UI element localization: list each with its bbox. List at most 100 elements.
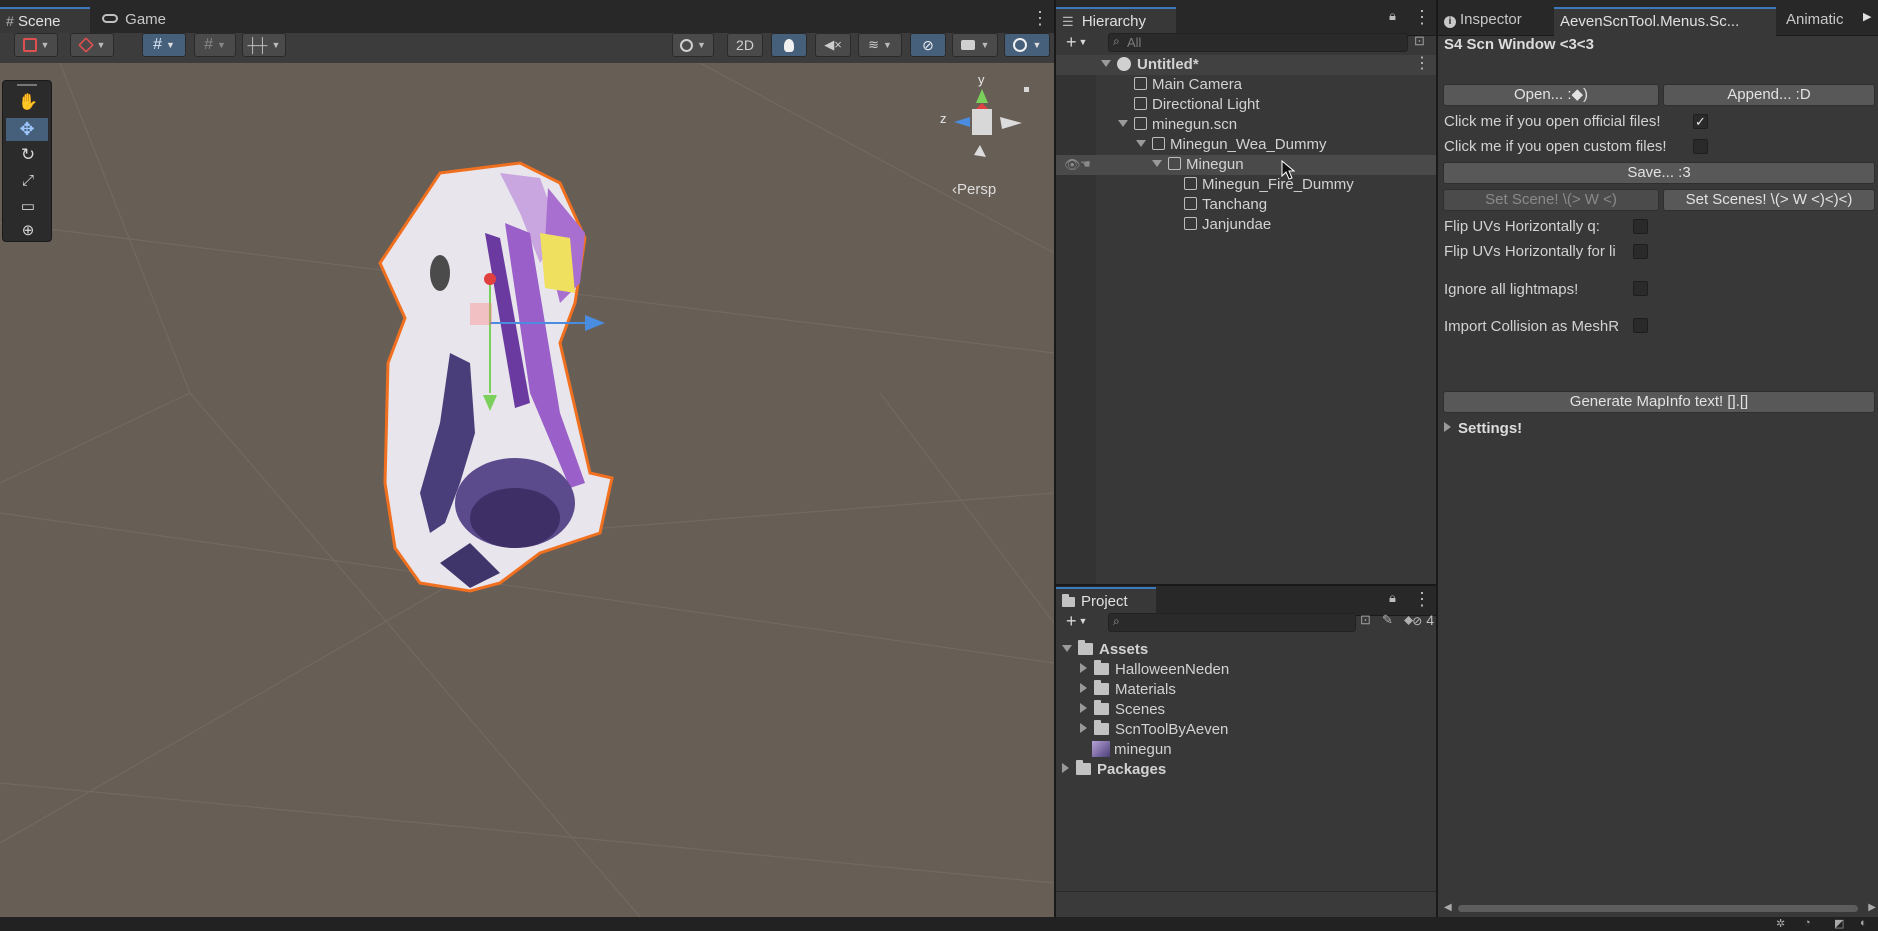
transform-tool-icon[interactable]: ⊕	[11, 220, 45, 243]
horizontal-scrollbar[interactable]: ◀ ▶	[1444, 902, 1876, 914]
expand-arrow-icon[interactable]	[1062, 645, 1072, 652]
kebab-menu-icon[interactable]: ⋮	[1031, 9, 1049, 27]
lock-icon[interactable]: 🔒︎	[1389, 590, 1396, 606]
hand-tool-icon[interactable]: ✋	[11, 92, 45, 115]
folder-icon	[1094, 680, 1109, 695]
generate-mapinfo-button[interactable]: Generate MapInfo text! [].[]	[1443, 391, 1875, 413]
save-button[interactable]: Save... :3	[1443, 162, 1875, 184]
flip-uv-checkbox[interactable]	[1633, 219, 1648, 234]
gizmo-z-label: z	[940, 111, 947, 126]
scroll-right-icon[interactable]: ▶	[1868, 902, 1876, 913]
search-filter-icon[interactable]: ⊡	[1414, 33, 1425, 49]
tab-scroll-right-icon[interactable]: ▶	[1863, 10, 1871, 23]
hierarchy-item-minegun[interactable]: Minegun	[1152, 155, 1244, 175]
scale-tool-icon[interactable]: ⤢	[11, 170, 45, 193]
project-menu-icon[interactable]: ⋮	[1413, 590, 1431, 608]
project-item-folder[interactable]: Scenes	[1080, 700, 1165, 720]
settings-foldout[interactable]: Settings!	[1444, 420, 1522, 437]
shading-dropdown[interactable]: ▼	[672, 33, 714, 57]
hierarchy-add-button[interactable]: + ▼	[1066, 33, 1098, 53]
network-icon[interactable]: ◩	[1834, 917, 1844, 930]
toggle-2d-button[interactable]: 2D	[727, 33, 763, 57]
hidden-count-badge[interactable]: ⊘ 4	[1402, 612, 1434, 628]
project-item-asset[interactable]: minegun	[1092, 740, 1172, 760]
scene-viewport[interactable]: ✋ ✥ ↻ ⤢ ▭ ⊕ y z ‹Persp	[0, 63, 1054, 917]
project-item-packages[interactable]: Packages	[1062, 760, 1166, 780]
project-add-button[interactable]: + ▼	[1066, 612, 1098, 632]
tab-scn-tool[interactable]: AevenScnTool.Menus.Sc...	[1554, 7, 1776, 36]
minegun-model[interactable]	[0, 63, 1054, 917]
expand-arrow-icon[interactable]	[1136, 140, 1146, 147]
tab-scene[interactable]: # Scene	[0, 7, 90, 36]
expand-arrow-icon[interactable]	[1101, 60, 1111, 67]
lighting-toggle[interactable]	[771, 33, 807, 57]
project-item-assets[interactable]: Assets	[1062, 640, 1148, 660]
expand-arrow-icon[interactable]	[1080, 663, 1087, 673]
palette-grip[interactable]	[17, 84, 37, 86]
open-button[interactable]: Open... :◆)	[1443, 84, 1659, 106]
expand-arrow-icon[interactable]	[1152, 160, 1162, 167]
orientation-gizmo[interactable]: y z	[930, 72, 1030, 175]
bug-icon[interactable]: ✲	[1776, 917, 1785, 930]
hierarchy-search-input[interactable]: ⌕ All	[1108, 33, 1408, 52]
official-files-checkbox[interactable]: ✓	[1693, 114, 1708, 129]
import-collision-checkbox[interactable]	[1633, 318, 1648, 333]
camera-dropdown[interactable]: ▼	[952, 33, 998, 57]
scene-visibility-toggle[interactable]: ⊘	[910, 33, 946, 57]
rect-tool-icon[interactable]: ▭	[11, 196, 45, 219]
scrollbar-thumb[interactable]	[1458, 905, 1858, 912]
effects-dropdown[interactable]: ≋ ▼	[858, 33, 902, 57]
hierarchy-item-minegun-wea-dummy[interactable]: Minegun_Wea_Dummy	[1136, 135, 1326, 155]
flip-uv-label: Flip UVs Horizontally q:	[1444, 218, 1600, 235]
increment-snap-button[interactable]: # ▼	[194, 33, 236, 57]
project-item-folder[interactable]: Materials	[1080, 680, 1176, 700]
filter-by-label-icon[interactable]: ✎	[1382, 612, 1393, 628]
draw-mode-dropdown[interactable]: ▼	[14, 33, 58, 57]
scroll-left-icon[interactable]: ◀	[1444, 902, 1452, 913]
projection-label[interactable]: ‹Persp	[952, 181, 996, 198]
expand-arrow-icon[interactable]	[1062, 763, 1069, 773]
list-icon: ☰	[1062, 14, 1074, 29]
expand-arrow-icon[interactable]	[1080, 703, 1087, 713]
rotate-tool-icon[interactable]: ↻	[11, 144, 45, 167]
globe-icon	[1012, 38, 1027, 52]
project-item-folder[interactable]: ScnToolByAeven	[1080, 720, 1228, 740]
audio-toggle[interactable]: ◀×	[815, 33, 851, 57]
search-by-type-icon[interactable]: ⊡	[1360, 612, 1371, 628]
snap-grid-icon: #	[204, 36, 213, 53]
tab-inspector[interactable]: i Inspector	[1438, 7, 1550, 36]
hierarchy-item-directional-light[interactable]: Directional Light	[1134, 95, 1260, 115]
hierarchy-item-main-camera[interactable]: Main Camera	[1134, 75, 1242, 95]
hierarchy-item-untitled[interactable]: Untitled*	[1101, 55, 1199, 75]
expand-arrow-icon[interactable]	[1080, 683, 1087, 693]
append-button[interactable]: Append... :D	[1663, 84, 1875, 106]
hierarchy-item-tanchang[interactable]: Tanchang	[1184, 195, 1267, 215]
hierarchy-menu-icon[interactable]: ⋮	[1413, 8, 1431, 26]
grid-snap-button[interactable]: # ▼	[142, 33, 186, 57]
set-scenes-button[interactable]: Set Scenes! \(> W <)<)<)	[1663, 189, 1875, 211]
ruler-snap-button[interactable]: ┼┼ ▼	[242, 33, 286, 57]
expand-arrow-icon[interactable]	[1118, 120, 1128, 127]
move-tool-icon[interactable]: ✥	[6, 118, 48, 141]
set-scene-button[interactable]: Set Scene! \(> W <)	[1443, 189, 1659, 211]
custom-files-checkbox[interactable]	[1693, 139, 1708, 154]
hierarchy-item-minegun-fire-dummy[interactable]: Minegun_Fire_Dummy	[1184, 175, 1354, 195]
expand-arrow-icon[interactable]	[1080, 723, 1087, 733]
flip-uv-lightmap-checkbox[interactable]	[1633, 244, 1648, 259]
project-search-input[interactable]: ⌕	[1108, 613, 1356, 632]
pickable-hand-icon[interactable]: ☚	[1080, 157, 1091, 171]
hierarchy-item-janjundae[interactable]: Janjundae	[1184, 215, 1271, 235]
render-mode-dropdown[interactable]: ▼	[70, 33, 114, 57]
project-item-folder[interactable]: HalloweenNeden	[1080, 660, 1229, 680]
tab-game[interactable]: Game	[96, 7, 176, 36]
gizmos-dropdown[interactable]: ▼	[1004, 33, 1050, 57]
tab-animation[interactable]: Animatic	[1780, 7, 1864, 36]
progress-icon[interactable]: ◐	[1860, 917, 1867, 929]
lock-icon[interactable]: 🔒︎	[1389, 8, 1396, 24]
visibility-eye-icon[interactable]: 👁︎	[1064, 157, 1081, 173]
cache-server-icon[interactable]: ◔	[1804, 917, 1811, 929]
camera-icon	[960, 40, 975, 50]
scene-row-menu-icon[interactable]: ⋮	[1414, 56, 1430, 72]
hierarchy-item-minegun-scn[interactable]: minegun.scn	[1118, 115, 1237, 135]
ignore-lightmaps-checkbox[interactable]	[1633, 281, 1648, 296]
